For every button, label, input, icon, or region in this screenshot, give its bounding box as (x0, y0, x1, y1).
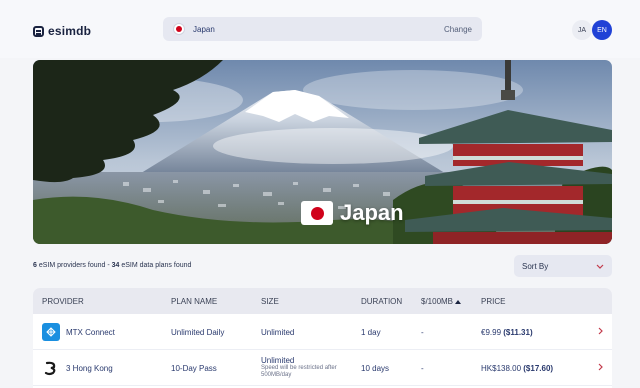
sort-label: Sort By (522, 261, 549, 271)
table-row[interactable]: 3 Hong Kong 10-Day Pass Unlimited Speed … (33, 350, 612, 386)
chevron-down-icon (596, 262, 604, 271)
price-usd: ($17.60) (523, 364, 554, 373)
price-usd: ($11.31) (503, 328, 533, 337)
hero-country-name: Japan (340, 200, 404, 225)
table-row[interactable]: MTX Connect Unlimited Daily Unlimited 1 … (33, 314, 612, 350)
plan-per-100mb: - (421, 328, 424, 337)
plan-name: 10-Day Pass (171, 364, 217, 373)
col-size[interactable]: SIZE (261, 297, 279, 306)
price-local: €9.99 (481, 328, 502, 337)
chevron-right-icon[interactable] (598, 363, 603, 373)
col-per-100mb-label: $/100MB (421, 297, 454, 306)
plan-size: Unlimited (261, 356, 295, 365)
col-duration[interactable]: DURATION (361, 297, 402, 306)
plan-duration: 10 days (361, 364, 390, 373)
table-header: PROVIDER PLAN NAME SIZE DURATION $/100MB… (33, 288, 612, 314)
plan-size-cell: Unlimited Speed will be restricted after… (261, 356, 351, 379)
col-per-100mb[interactable]: $/100MB (421, 297, 462, 306)
chevron-right-icon[interactable] (598, 327, 603, 337)
hero-banner: Japan (33, 60, 612, 244)
three-logo-icon (42, 359, 60, 377)
plan-duration: 1 day (361, 328, 381, 337)
lang-ja-button[interactable]: JA (572, 20, 592, 40)
japan-flag-icon (301, 201, 333, 225)
provider-name[interactable]: 3 Hong Kong (66, 364, 113, 373)
change-country-button[interactable]: Change (444, 25, 472, 34)
provider-name[interactable]: MTX Connect (66, 328, 115, 337)
japan-flag-icon (173, 23, 185, 35)
plan-size: Unlimited (261, 328, 295, 337)
plan-price: €9.99 ($11.31) (481, 328, 533, 337)
selected-country: Japan (193, 24, 215, 34)
sort-dropdown[interactable]: Sort By (514, 255, 612, 277)
price-local: HK$138.00 (481, 364, 522, 373)
logo-text: esimdb (48, 24, 92, 38)
plan-name: Unlimited Daily (171, 328, 225, 337)
logo[interactable]: esimdb (33, 23, 91, 39)
sort-asc-icon (455, 300, 462, 304)
providers-label: eSIM providers found - (36, 262, 112, 269)
lang-en-button[interactable]: EN (592, 20, 612, 40)
plan-price: HK$138.00 ($17.60) (481, 364, 553, 373)
plans-table: PROVIDER PLAN NAME SIZE DURATION $/100MB… (33, 288, 612, 388)
plans-label: eSIM data plans found (119, 262, 192, 269)
col-plan-name[interactable]: PLAN NAME (171, 297, 217, 306)
esimdb-logo-icon (33, 25, 44, 37)
country-selector[interactable]: Japan Change (163, 17, 482, 41)
hero-title: Japan (301, 199, 404, 227)
top-header: esimdb Japan Change JA EN (0, 0, 640, 58)
mtx-connect-logo-icon (42, 323, 60, 341)
plan-per-100mb: - (421, 364, 424, 373)
plan-size-note: Speed will be restricted after 500MB/day (261, 365, 337, 378)
results-summary: 6 eSIM providers found - 34 eSIM data pl… (33, 262, 191, 269)
col-price[interactable]: PRICE (481, 297, 505, 306)
col-provider[interactable]: PROVIDER (42, 297, 84, 306)
